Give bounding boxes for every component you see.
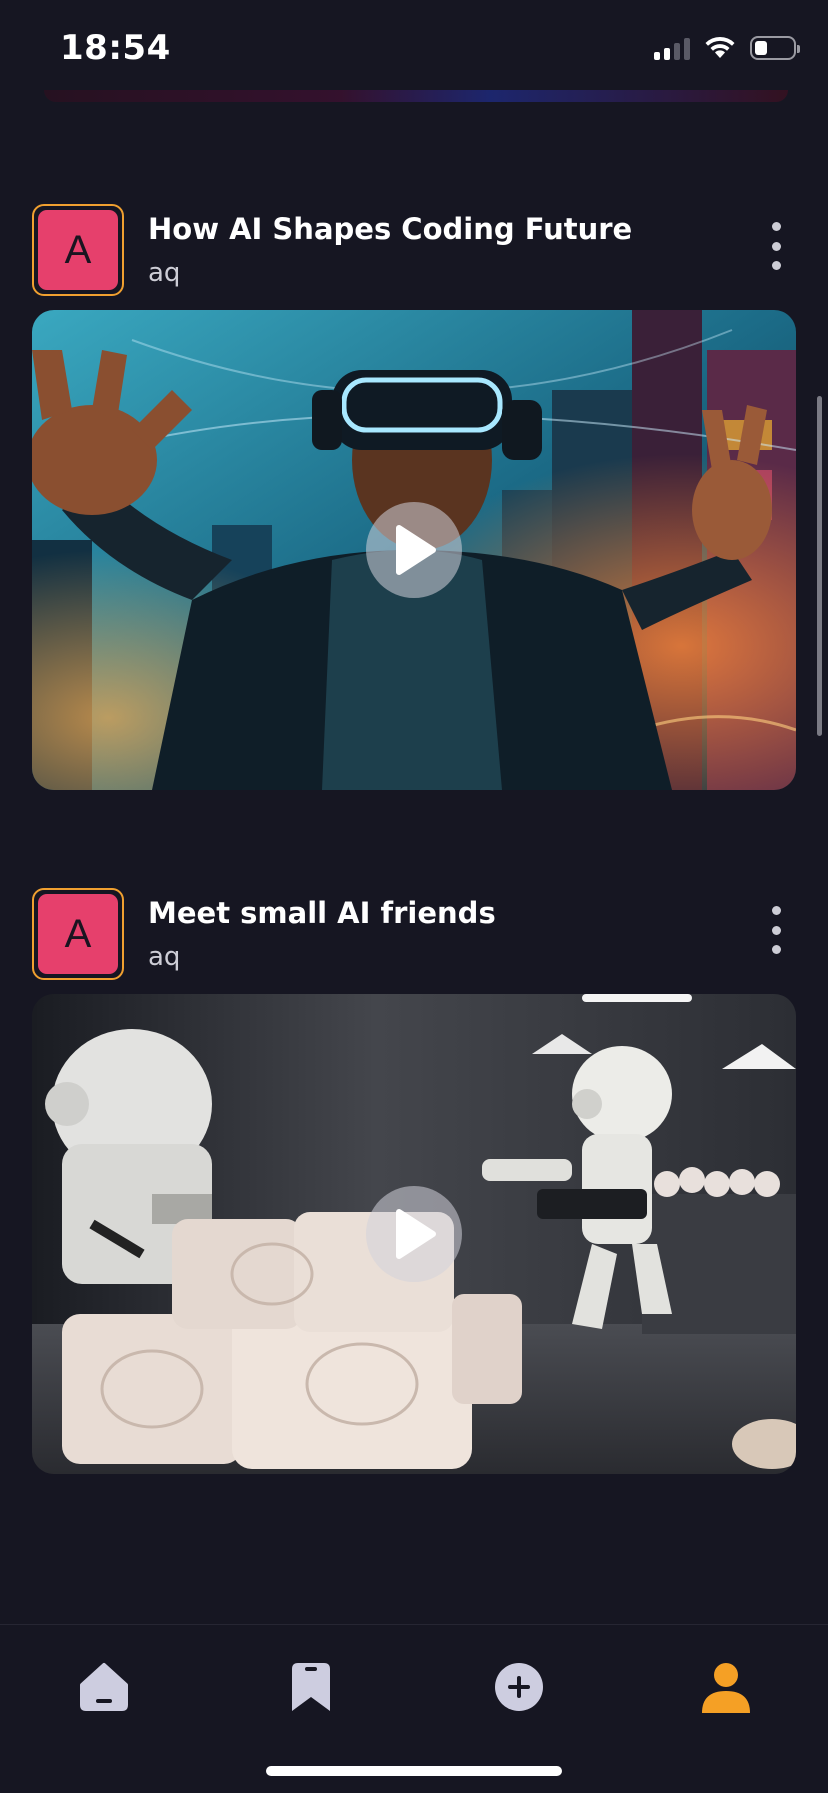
profile-icon xyxy=(702,1663,750,1713)
home-icon xyxy=(80,1663,128,1711)
play-icon xyxy=(396,525,436,575)
previous-post-media-edge xyxy=(44,90,788,102)
status-time: 18:54 xyxy=(60,28,171,68)
post-header: A How AI Shapes Coding Future aq xyxy=(32,204,796,308)
video-thumbnail[interactable] xyxy=(32,994,796,1474)
nav-home[interactable] xyxy=(72,1655,136,1719)
post-author[interactable]: aq xyxy=(148,942,180,972)
video-thumbnail[interactable] xyxy=(32,310,796,790)
post-title[interactable]: How AI Shapes Coding Future xyxy=(148,212,632,246)
feed-post[interactable]: A How AI Shapes Coding Future aq xyxy=(32,204,796,790)
play-icon xyxy=(396,1209,436,1259)
feed-post[interactable]: A Meet small AI friends aq xyxy=(32,888,796,1474)
more-options-button[interactable] xyxy=(756,218,796,274)
plus-circle-icon xyxy=(495,1663,543,1711)
avatar[interactable]: A xyxy=(32,888,124,980)
battery-icon xyxy=(750,36,800,60)
post-author[interactable]: aq xyxy=(148,258,180,288)
more-options-button[interactable] xyxy=(756,902,796,958)
status-bar: 18:54 xyxy=(0,0,828,100)
scrollbar[interactable] xyxy=(817,396,822,736)
status-icons xyxy=(654,36,800,60)
post-title[interactable]: Meet small AI friends xyxy=(148,896,496,930)
home-indicator[interactable] xyxy=(266,1766,562,1776)
play-button[interactable] xyxy=(366,1186,462,1282)
nav-profile[interactable] xyxy=(694,1655,758,1719)
nav-bookmarks[interactable] xyxy=(279,1655,343,1719)
avatar-letter: A xyxy=(38,210,118,290)
play-button[interactable] xyxy=(366,502,462,598)
avatar[interactable]: A xyxy=(32,204,124,296)
nav-create[interactable] xyxy=(487,1655,551,1719)
bookmark-icon xyxy=(292,1663,330,1711)
post-header: A Meet small AI friends aq xyxy=(32,888,796,992)
cellular-signal-icon xyxy=(654,36,690,60)
avatar-letter: A xyxy=(38,894,118,974)
wifi-icon xyxy=(705,36,735,58)
